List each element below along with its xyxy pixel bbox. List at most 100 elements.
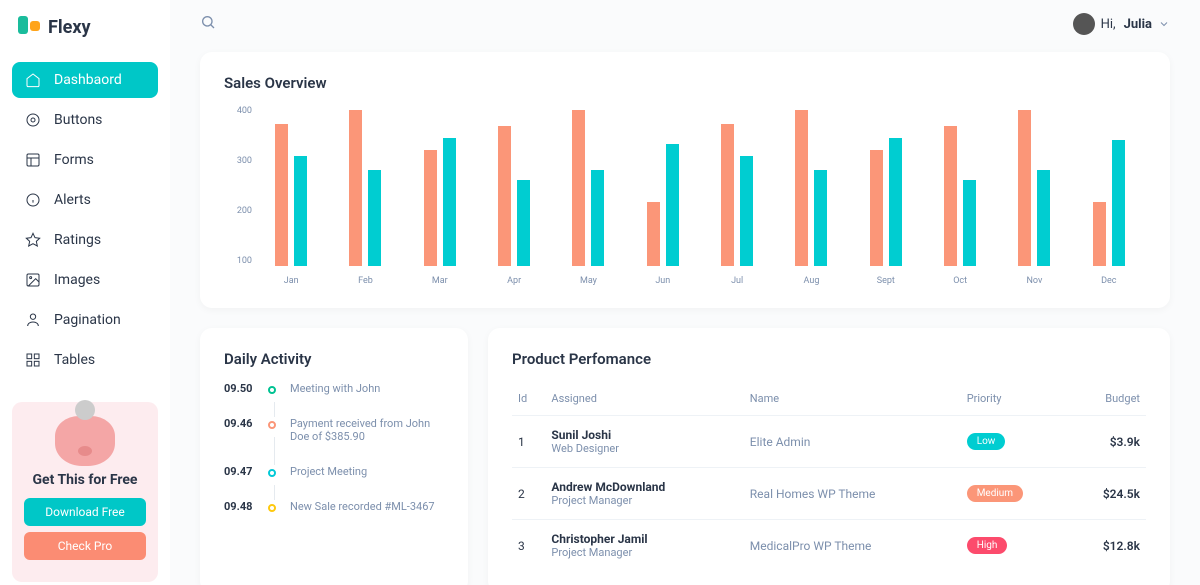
activity-item: 09.46Payment received from John Doe of $… bbox=[224, 417, 444, 443]
bar bbox=[498, 126, 511, 266]
activity-text: New Sale recorded #ML-3467 bbox=[290, 500, 444, 513]
bar bbox=[944, 126, 957, 266]
activity-text: Payment received from John Doe of $385.9… bbox=[290, 417, 444, 443]
sidebar-item-label: Buttons bbox=[54, 112, 102, 128]
sidebar-item-label: Alerts bbox=[54, 192, 91, 208]
activity-dot bbox=[268, 386, 276, 394]
table-header-cell: Name bbox=[744, 382, 961, 416]
sidebar-item-label: Images bbox=[54, 272, 100, 288]
brand-name: Flexy bbox=[48, 17, 91, 38]
product-performance-card: Product Perfomance IdAssignedNamePriorit… bbox=[488, 328, 1170, 585]
download-button[interactable]: Download Free bbox=[24, 498, 146, 526]
activity-title: Daily Activity bbox=[224, 350, 444, 368]
sidebar-item-pagination[interactable]: Pagination bbox=[12, 302, 158, 338]
activity-dot bbox=[268, 421, 276, 429]
sidebar-item-images[interactable]: Images bbox=[12, 262, 158, 298]
bar-group bbox=[403, 106, 477, 266]
cell-assigned: Sunil JoshiWeb Designer bbox=[545, 416, 743, 468]
bar bbox=[1112, 140, 1125, 266]
cell-budget: $3.9k bbox=[1068, 416, 1146, 468]
chevron-down-icon bbox=[1158, 18, 1170, 30]
promo-title: Get This for Free bbox=[24, 472, 146, 488]
perf-table: IdAssignedNamePriorityBudget 1Sunil Josh… bbox=[512, 382, 1146, 571]
bar bbox=[349, 110, 362, 266]
cell-budget: $12.8k bbox=[1068, 520, 1146, 572]
main: Sales Overview 400300200100 JanFebMarApr… bbox=[170, 48, 1200, 585]
cell-budget: $24.5k bbox=[1068, 468, 1146, 520]
user-greeting: Hi, bbox=[1101, 17, 1116, 32]
bar bbox=[294, 156, 307, 266]
bar bbox=[889, 138, 902, 266]
bar bbox=[740, 156, 753, 266]
bar-group bbox=[328, 106, 402, 266]
piggy-icon bbox=[55, 416, 115, 466]
activity-time: 09.48 bbox=[224, 500, 254, 513]
perf-title: Product Perfomance bbox=[512, 350, 1146, 368]
bar bbox=[963, 180, 976, 266]
home-icon bbox=[24, 71, 42, 89]
cell-id: 1 bbox=[512, 416, 545, 468]
table-row: 2Andrew McDownlandProject ManagerReal Ho… bbox=[512, 468, 1146, 520]
user-icon bbox=[24, 311, 42, 329]
table-header-cell: Priority bbox=[961, 382, 1069, 416]
cell-priority: High bbox=[961, 520, 1069, 572]
sidebar-item-tables[interactable]: Tables bbox=[12, 342, 158, 378]
check-pro-button[interactable]: Check Pro bbox=[24, 532, 146, 560]
promo-card: Get This for Free Download Free Check Pr… bbox=[12, 402, 158, 582]
chart-plot bbox=[254, 106, 1146, 266]
grid-icon bbox=[24, 351, 42, 369]
sidebar-item-alerts[interactable]: Alerts bbox=[12, 182, 158, 218]
sidebar-item-label: Dashbaord bbox=[54, 72, 122, 88]
cell-id: 3 bbox=[512, 520, 545, 572]
sidebar-item-forms[interactable]: Forms bbox=[12, 142, 158, 178]
sidebar-item-label: Ratings bbox=[54, 232, 101, 248]
logo-icon bbox=[18, 16, 40, 38]
bar bbox=[1037, 170, 1050, 266]
table-row: 3Christopher JamilProject ManagerMedical… bbox=[512, 520, 1146, 572]
table-header-cell: Id bbox=[512, 382, 545, 416]
user-name: Julia bbox=[1124, 17, 1152, 32]
chart-xaxis: JanFebMarAprMayJunJulAugSeptOctNovDec bbox=[254, 276, 1146, 286]
bar bbox=[1018, 110, 1031, 266]
sidebar-item-ratings[interactable]: Ratings bbox=[12, 222, 158, 258]
bar bbox=[443, 138, 456, 266]
activity-dot bbox=[268, 469, 276, 477]
bar bbox=[1093, 202, 1106, 266]
search-icon[interactable] bbox=[200, 14, 216, 34]
table-row: 1Sunil JoshiWeb DesignerElite AdminLow$3… bbox=[512, 416, 1146, 468]
logo[interactable]: Flexy bbox=[12, 16, 158, 38]
cell-project: MedicalPro WP Theme bbox=[744, 520, 961, 572]
nav: Dashbaord Buttons Forms Alerts Ratings Images… bbox=[12, 62, 158, 378]
activity-list: 09.50 Meeting with John 09.46Payment recei… bbox=[224, 382, 444, 513]
bar bbox=[517, 180, 530, 266]
cell-id: 2 bbox=[512, 468, 545, 520]
activity-time: 09.50 bbox=[224, 382, 254, 395]
cell-project: Real Homes WP Theme bbox=[744, 468, 961, 520]
sidebar-item-dashbaord[interactable]: Dashbaord bbox=[12, 62, 158, 98]
bar bbox=[795, 110, 808, 266]
activity-text: Project Meeting bbox=[290, 465, 444, 478]
bar-group bbox=[477, 106, 551, 266]
bar-group bbox=[254, 106, 328, 266]
sidebar-item-buttons[interactable]: Buttons bbox=[12, 102, 158, 138]
user-menu[interactable]: Hi, Julia bbox=[1073, 13, 1170, 35]
table-body: 1Sunil JoshiWeb DesignerElite AdminLow$3… bbox=[512, 416, 1146, 572]
bar bbox=[572, 110, 585, 266]
cell-assigned: Andrew McDownlandProject Manager bbox=[545, 468, 743, 520]
bar-group bbox=[1072, 106, 1146, 266]
sidebar-item-label: Forms bbox=[54, 152, 94, 168]
bar-group bbox=[551, 106, 625, 266]
cell-priority: Low bbox=[961, 416, 1069, 468]
bar bbox=[424, 150, 437, 266]
activity-text: Meeting with John bbox=[290, 382, 444, 395]
image-icon bbox=[24, 271, 42, 289]
chart-yaxis: 400300200100 bbox=[224, 106, 252, 266]
chart-title: Sales Overview bbox=[224, 74, 1146, 92]
table-header-cell: Assigned bbox=[545, 382, 743, 416]
bar bbox=[591, 170, 604, 266]
bar bbox=[368, 170, 381, 266]
avatar bbox=[1073, 13, 1095, 35]
activity-item: 09.48 New Sale recorded #ML-3467 bbox=[224, 500, 444, 513]
activity-item: 09.47Project Meeting bbox=[224, 465, 444, 478]
layout-icon bbox=[24, 151, 42, 169]
